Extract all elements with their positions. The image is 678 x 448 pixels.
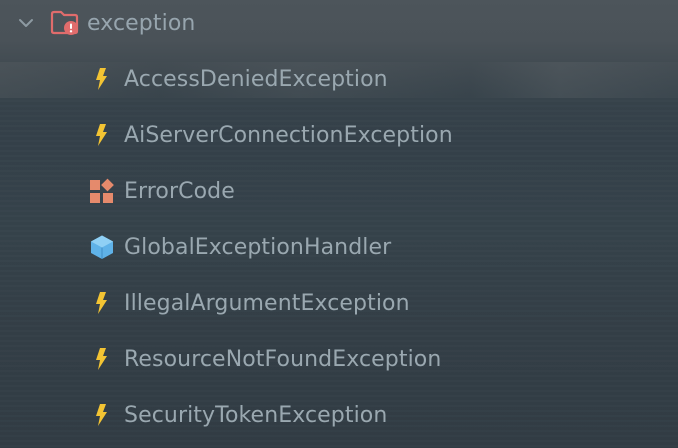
tree-item-error-code[interactable]: ErrorCode <box>0 171 678 211</box>
item-label: GlobalExceptionHandler <box>124 234 392 260</box>
item-label: IllegalArgumentException <box>124 290 410 316</box>
folder-error-icon <box>50 10 79 35</box>
chevron-down-icon[interactable] <box>17 14 35 32</box>
item-label: SecurityTokenException <box>124 402 388 428</box>
tree-item-security-token-exception[interactable]: SecurityTokenException <box>0 395 678 435</box>
tree-folder-exception[interactable]: exception <box>0 3 678 43</box>
item-label: AccessDeniedException <box>124 66 388 92</box>
lightning-bolt-icon <box>89 402 115 428</box>
tree-item-ai-server-connection-exception[interactable]: AiServerConnectionException <box>0 115 678 155</box>
lightning-bolt-icon <box>89 346 115 372</box>
item-label: ErrorCode <box>124 178 235 204</box>
folder-label: exception <box>87 10 196 36</box>
class-cube-icon <box>89 234 115 260</box>
item-label: AiServerConnectionException <box>124 122 453 148</box>
tree-item-global-exception-handler[interactable]: GlobalExceptionHandler <box>0 227 678 267</box>
item-label: ResourceNotFoundException <box>124 346 442 372</box>
tree-item-access-denied-exception[interactable]: AccessDeniedException <box>0 59 678 99</box>
lightning-bolt-icon <box>89 122 115 148</box>
lightning-bolt-icon <box>89 66 115 92</box>
enum-icon <box>89 178 115 204</box>
tree-item-resource-not-found-exception[interactable]: ResourceNotFoundException <box>0 339 678 379</box>
lightning-bolt-icon <box>89 290 115 316</box>
tree-item-illegal-argument-exception[interactable]: IllegalArgumentException <box>0 283 678 323</box>
